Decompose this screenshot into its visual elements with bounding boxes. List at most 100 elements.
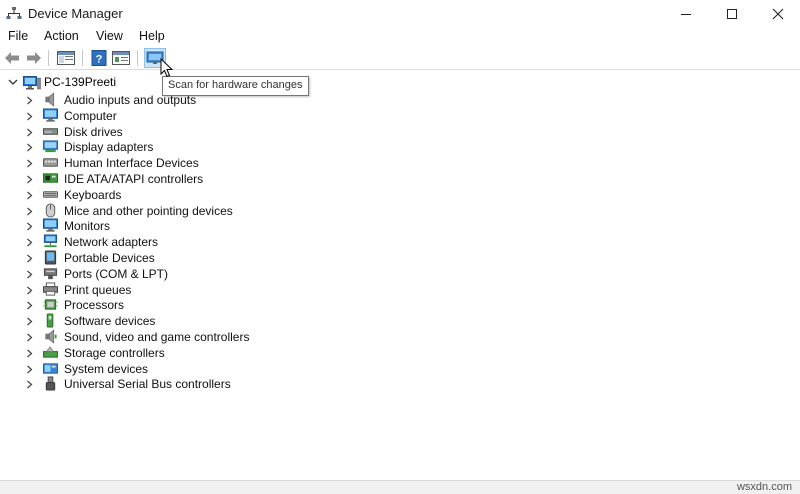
maximize-button[interactable] <box>709 0 755 28</box>
tree-category[interactable]: Network adapters <box>0 234 400 250</box>
portable-device-icon <box>44 250 57 265</box>
device-manager-app-icon <box>6 6 22 22</box>
computer-root-icon <box>23 76 41 90</box>
disk-drive-icon <box>43 127 58 135</box>
toolbar-separator <box>82 50 83 66</box>
tree-category[interactable]: Disk drives <box>0 124 400 140</box>
tree-category[interactable]: Processors <box>0 297 400 313</box>
tree-category[interactable]: Monitors <box>0 218 400 234</box>
menu-bar: File Action View Help <box>0 27 800 47</box>
menu-action[interactable]: Action <box>42 29 81 43</box>
close-button[interactable] <box>755 0 800 28</box>
device-manager-window: Device Manager File Action View Help ? S… <box>0 0 800 494</box>
chevron-right-icon[interactable] <box>26 207 33 216</box>
window-title: Device Manager <box>28 6 123 21</box>
forward-button[interactable] <box>25 49 43 67</box>
tree-category[interactable]: System devices <box>0 361 400 377</box>
tree-category[interactable]: Universal Serial Bus controllers <box>0 376 400 392</box>
tree-category-label: Sound, video and game controllers <box>64 330 250 344</box>
tree-category-label: Mice and other pointing devices <box>64 203 233 218</box>
chevron-right-icon[interactable] <box>26 112 33 121</box>
chevron-right-icon[interactable] <box>26 238 33 247</box>
chevron-right-icon[interactable] <box>26 159 33 168</box>
hid-icon <box>43 158 58 167</box>
computer-icon <box>43 108 58 122</box>
chevron-right-icon[interactable] <box>26 317 33 326</box>
tree-category[interactable]: Mice and other pointing devices <box>0 203 400 219</box>
back-button[interactable] <box>3 49 21 67</box>
help-button[interactable]: ? <box>90 49 108 67</box>
chevron-down-icon[interactable] <box>8 79 18 86</box>
chevron-right-icon[interactable] <box>26 143 33 152</box>
system-device-icon <box>43 362 58 374</box>
tree-category[interactable]: Computer <box>0 108 400 124</box>
chevron-right-icon[interactable] <box>26 333 33 342</box>
mouse-icon <box>45 203 56 218</box>
sound-controller-icon <box>45 329 57 344</box>
minimize-icon <box>681 14 691 15</box>
storage-controller-icon <box>43 346 58 358</box>
chevron-right-icon[interactable] <box>26 270 33 279</box>
console-tree-icon <box>57 51 75 65</box>
tree-category[interactable]: Portable Devices <box>0 250 400 266</box>
scan-tooltip: Scan for hardware changes <box>162 76 309 96</box>
chevron-right-icon[interactable] <box>26 365 33 374</box>
software-device-icon <box>46 313 54 328</box>
status-bar: wsxdn.com <box>0 480 800 494</box>
tree-category-label: Universal Serial Bus controllers <box>64 377 231 392</box>
maximize-icon <box>727 9 737 19</box>
tree-root-label: PC-139Preeti <box>44 75 117 89</box>
chevron-right-icon[interactable] <box>26 254 33 263</box>
menu-view[interactable]: View <box>94 29 125 43</box>
tree-category[interactable]: Storage controllers <box>0 345 400 361</box>
tree-category-label: Processors <box>64 298 125 313</box>
tree-category[interactable]: Sound, video and game controllers <box>0 329 400 345</box>
chevron-right-icon[interactable] <box>26 191 33 200</box>
tree-category-label: Network adapters <box>64 235 159 250</box>
tree-category-label: System devices <box>64 361 149 376</box>
tree-category-label: Storage controllers <box>64 345 165 360</box>
tree-category-label: Computer <box>64 108 117 123</box>
device-tree: PC-139Preeti Audio inputs and outputs Com… <box>0 70 800 480</box>
chevron-right-icon[interactable] <box>26 128 33 137</box>
chevron-right-icon[interactable] <box>26 349 33 358</box>
toolbar-separator <box>48 50 49 66</box>
tree-category[interactable]: Software devices <box>0 313 400 329</box>
watermark-text: wsxdn.com <box>736 481 792 493</box>
tree-category[interactable]: Print queues <box>0 282 400 298</box>
menu-file[interactable]: File <box>6 29 30 43</box>
title-bar: Device Manager <box>0 0 800 28</box>
tree-category[interactable]: Human Interface Devices <box>0 155 400 171</box>
menu-help[interactable]: Help <box>137 29 167 43</box>
port-icon <box>43 268 58 279</box>
tree-category-label: Human Interface Devices <box>64 156 199 171</box>
toolbar-separator <box>137 50 138 66</box>
tree-category-label: Print queues <box>64 282 132 297</box>
chevron-right-icon[interactable] <box>26 175 33 184</box>
mouse-cursor-icon <box>160 58 174 78</box>
tree-category-label: Software devices <box>64 314 156 329</box>
chevron-right-icon[interactable] <box>26 96 33 105</box>
keyboard-icon <box>43 191 58 198</box>
svg-text:?: ? <box>96 54 103 66</box>
chevron-right-icon[interactable] <box>26 301 33 310</box>
toolbar: ? <box>0 47 800 70</box>
minimize-button[interactable] <box>663 0 709 28</box>
properties-button[interactable] <box>112 49 130 67</box>
tree-category[interactable]: IDE ATA/ATAPI controllers <box>0 171 400 187</box>
chevron-right-icon[interactable] <box>26 380 33 389</box>
chevron-right-icon[interactable] <box>26 286 33 295</box>
speaker-icon <box>45 92 55 107</box>
tree-category[interactable]: Ports (COM & LPT) <box>0 266 400 282</box>
show-hide-console-tree-button[interactable] <box>57 49 75 67</box>
tree-category[interactable]: Keyboards <box>0 187 400 203</box>
chevron-right-icon[interactable] <box>26 222 33 231</box>
tree-category[interactable]: Display adapters <box>0 139 400 155</box>
tree-category-label: Ports (COM & LPT) <box>64 266 169 281</box>
tree-category-label: Keyboards <box>64 187 122 202</box>
help-icon: ? <box>91 50 107 66</box>
display-adapter-icon <box>43 140 58 153</box>
network-adapter-icon <box>43 234 58 248</box>
usb-icon <box>45 376 56 391</box>
properties-icon <box>112 51 130 65</box>
